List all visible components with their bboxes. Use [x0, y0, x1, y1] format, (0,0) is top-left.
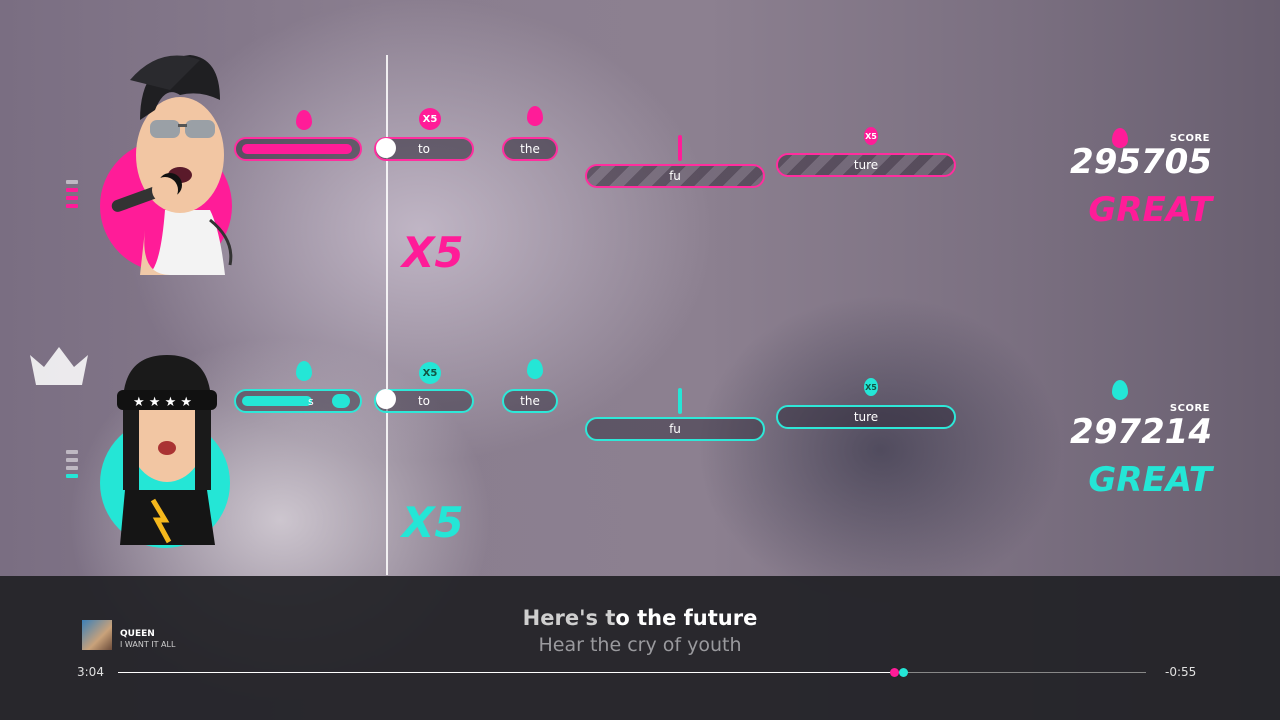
- pitch-marker: [296, 361, 312, 381]
- lyric-note: ture: [776, 153, 956, 177]
- bonus-x5-bubble: X5: [864, 127, 878, 145]
- bonus-x5-bubble: X5: [864, 378, 878, 396]
- player1-progress-marker: [890, 668, 900, 677]
- pitch-now-line: [386, 55, 388, 575]
- note-text: ture: [853, 410, 879, 424]
- note-text: fu: [669, 169, 681, 183]
- lyric-unsung-part: o the future: [615, 606, 758, 630]
- next-lyric-line: Hear the cry of youth: [538, 634, 742, 656]
- lyric-note: the: [502, 137, 558, 161]
- player1-rating: GREAT: [1088, 190, 1212, 230]
- crown-icon: [28, 345, 90, 391]
- note-text: fu: [669, 422, 681, 436]
- progress-fill: [118, 672, 895, 673]
- note-text: the: [520, 142, 540, 156]
- lyric-note-sung: s: [234, 389, 362, 413]
- player1-multiplier: X5: [402, 228, 464, 277]
- lyric-note-sung: [234, 137, 362, 161]
- svg-text:★ ★ ★ ★: ★ ★ ★ ★: [133, 395, 192, 410]
- lyric-note: the: [502, 389, 558, 413]
- pitch-cursor: [376, 389, 396, 409]
- pitch-marker: [678, 135, 682, 161]
- song-progress-bar[interactable]: [118, 668, 1146, 677]
- pitch-marker: [1112, 380, 1128, 400]
- current-lyric-line: Here's to the future: [0, 606, 1280, 630]
- player2-avatar: ★ ★ ★ ★: [95, 350, 240, 548]
- note-text: to: [417, 394, 431, 408]
- player2-score: 297214: [1070, 412, 1212, 452]
- pitch-marker: [527, 359, 543, 379]
- player2-rating: GREAT: [1088, 460, 1212, 500]
- bonus-x5-bubble: X5: [419, 108, 441, 130]
- pitch-cursor: [376, 138, 396, 158]
- player2-multiplier: X5: [402, 498, 464, 547]
- remaining-time: -0:55: [1165, 665, 1197, 679]
- lyric-note: fu: [585, 417, 765, 441]
- player2-volume-meter: [66, 450, 78, 482]
- pitch-marker: [296, 110, 312, 130]
- note-text: to: [417, 142, 431, 156]
- player1-score: 295705: [1070, 142, 1212, 182]
- note-text: s: [308, 394, 314, 408]
- pitch-marker: [678, 388, 682, 414]
- note-text: ture: [853, 158, 879, 172]
- player2-progress-marker: [899, 668, 909, 677]
- note-text: the: [520, 394, 540, 408]
- lyric-note: fu: [585, 164, 765, 188]
- lyrics-panel: QUEEN I WANT IT ALL Here's to the future…: [0, 576, 1280, 720]
- bonus-x5-bubble: X5: [419, 362, 441, 384]
- player1-avatar: [70, 50, 240, 275]
- elapsed-time: 3:04: [77, 665, 104, 679]
- lyric-note: ture: [776, 405, 956, 429]
- pitch-marker: [527, 106, 543, 126]
- lyric-sung-part: Here's t: [522, 606, 616, 630]
